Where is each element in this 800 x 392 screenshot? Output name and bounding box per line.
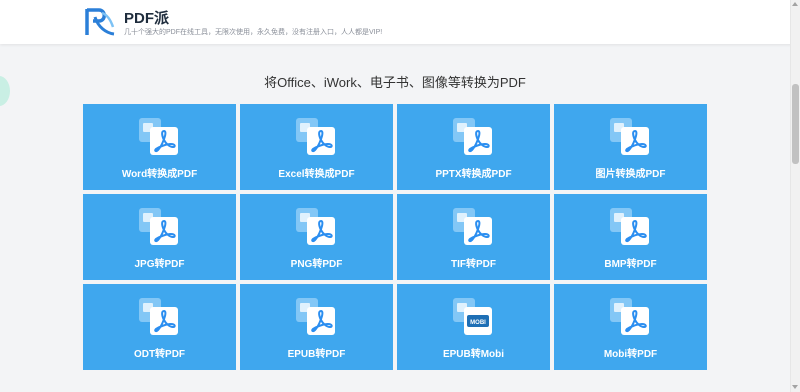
tool-tile-label: EPUB转PDF: [287, 349, 346, 360]
tool-grid: Word转换成PDF Excel转换成PDF PPTX转换成PDF 图片转换成PDF J…: [83, 104, 709, 370]
word-to-pdf-icon: [139, 118, 178, 155]
tool-tile-label: PPTX转换成PDF: [435, 169, 512, 180]
scroll-up-icon[interactable]: [792, 2, 798, 6]
tool-tile-label: Word转换成PDF: [121, 169, 198, 180]
pdfpai-logo-icon[interactable]: [84, 7, 116, 37]
tool-tile-label: TIF转PDF: [451, 259, 496, 270]
tool-tile-label: PNG转PDF: [290, 259, 343, 270]
epub-to-pdf-icon: [296, 298, 335, 335]
tool-tile[interactable]: TIF转PDF: [397, 194, 550, 280]
tool-tile-label: Mobi转PDF: [603, 349, 658, 360]
tool-tile[interactable]: ODT转PDF: [83, 284, 236, 370]
tool-tile[interactable]: PPTX转换成PDF: [397, 104, 550, 190]
tool-tile[interactable]: Word转换成PDF: [83, 104, 236, 190]
tool-tile-label: BMP转PDF: [604, 259, 657, 270]
scrollbar-thumb[interactable]: [792, 84, 799, 164]
tool-tile[interactable]: 图片转换成PDF: [554, 104, 707, 190]
tool-tile-label: 图片转换成PDF: [595, 169, 666, 180]
tool-tile-label: ODT转PDF: [133, 349, 186, 360]
tool-tile[interactable]: BMP转PDF: [554, 194, 707, 280]
svg-text:MOBI: MOBI: [470, 320, 486, 326]
tool-tile-label: Excel转换成PDF: [278, 169, 355, 180]
tool-tile[interactable]: MOBI EPUB转Mobi: [397, 284, 550, 370]
tool-tile-label: EPUB转Mobi: [442, 349, 505, 360]
scroll-down-icon[interactable]: [792, 385, 798, 389]
tool-tile[interactable]: Excel转换成PDF: [240, 104, 393, 190]
tif-to-pdf-icon: [453, 208, 492, 245]
epub-to-mobi-icon: MOBI: [453, 298, 492, 335]
site-slogan: 几十个强大的PDF在线工具，无限次使用，永久免费，没有注册入口，人人都是VIP!: [124, 29, 383, 36]
page-scrollbar[interactable]: [790, 0, 800, 392]
pptx-to-pdf-icon: [453, 118, 492, 155]
png-to-pdf-icon: [296, 208, 335, 245]
mobi-to-pdf-icon: [610, 298, 649, 335]
tool-tile[interactable]: JPG转PDF: [83, 194, 236, 280]
jpg-to-pdf-icon: [139, 208, 178, 245]
tool-tile[interactable]: EPUB转PDF: [240, 284, 393, 370]
site-header: PDF派 几十个强大的PDF在线工具，无限次使用，永久免费，没有注册入口，人人都…: [0, 0, 800, 44]
tool-tile-label: JPG转PDF: [134, 259, 185, 270]
bmp-to-pdf-icon: [610, 208, 649, 245]
section-title: 将Office、iWork、电子书、图像等转换为PDF: [264, 75, 526, 90]
odt-to-pdf-icon: [139, 298, 178, 335]
tool-tile[interactable]: Mobi转PDF: [554, 284, 707, 370]
image-to-pdf-icon: [610, 118, 649, 155]
excel-to-pdf-icon: [296, 118, 335, 155]
tool-tile[interactable]: PNG转PDF: [240, 194, 393, 280]
brand-name[interactable]: PDF派: [124, 7, 169, 28]
